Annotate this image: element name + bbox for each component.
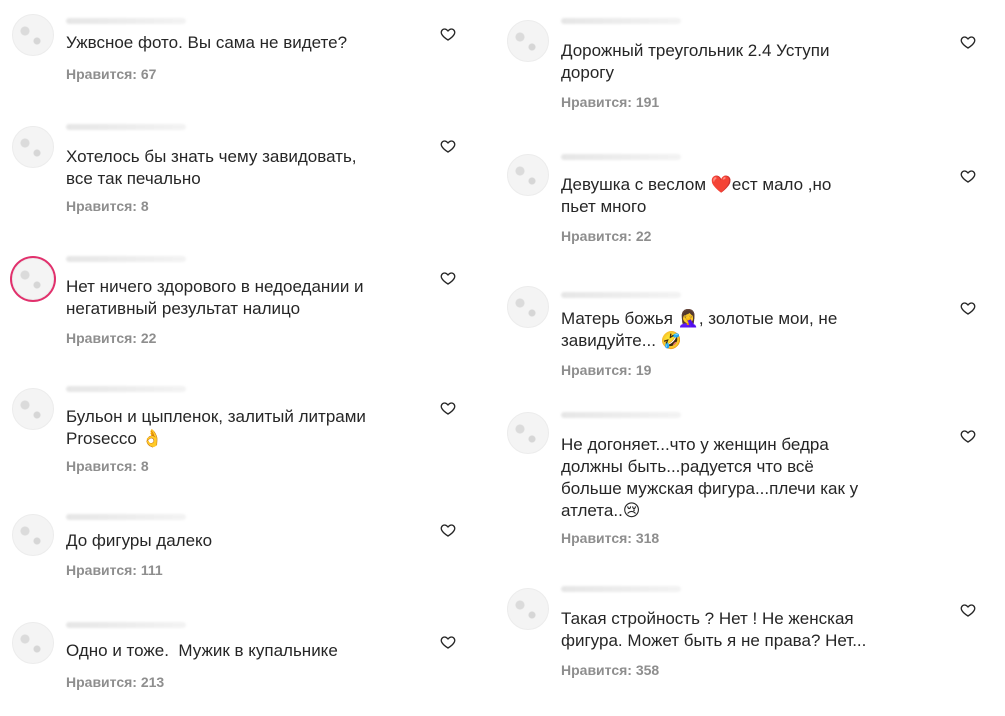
comment-item: Хотелось бы знать чему завидовать, все т…: [0, 120, 480, 220]
heart-outline-icon[interactable]: [440, 270, 456, 286]
username-blurred: [66, 386, 186, 392]
avatar[interactable]: [507, 412, 549, 454]
comments-column-left: Ужвсное фото. Вы сама не видете? Нравитс…: [0, 0, 480, 716]
heart-outline-icon[interactable]: [960, 168, 976, 184]
avatar[interactable]: [12, 258, 54, 300]
comment-text: Одно и тоже. Мужик в купальнике: [66, 641, 338, 660]
avatar[interactable]: [12, 514, 54, 556]
avatar[interactable]: [507, 588, 549, 630]
likes-count[interactable]: Нравится: 8: [66, 198, 149, 214]
comment-text: Дорожный треугольник 2.4 Уступи дорогу: [561, 41, 830, 82]
avatar[interactable]: [507, 286, 549, 328]
comment-item: До фигуры далеко Нравится: 111: [0, 508, 480, 598]
likes-count[interactable]: Нравится: 213: [66, 674, 164, 690]
comment-item: Матерь божья 🤦‍♀️, золотые мои, не завид…: [495, 284, 1000, 384]
username-blurred: [561, 586, 681, 592]
username-blurred: [561, 292, 681, 298]
comment-item: Одно и тоже. Мужик в купальнике Нравится…: [0, 616, 480, 706]
comment-text: Ужвсное фото. Вы сама не видете?: [66, 33, 348, 52]
comment-item: Не догоняет...что у женщин бедра должны …: [495, 408, 1000, 558]
avatar[interactable]: [12, 14, 54, 56]
comment-item: Девушка с веслом ❤️ест мало ,но пьет мно…: [495, 150, 1000, 250]
username-blurred: [66, 18, 186, 24]
username-blurred: [66, 622, 186, 628]
likes-count[interactable]: Нравится: 19: [561, 362, 651, 378]
comment-text: Нет ничего здорового в недоедании и нега…: [66, 277, 364, 318]
likes-count[interactable]: Нравится: 8: [66, 458, 149, 474]
comment-item: Дорожный треугольник 2.4 Уступи дорогу Н…: [495, 16, 1000, 116]
likes-count[interactable]: Нравится: 318: [561, 530, 659, 546]
comment-text: Девушка с веслом ❤️ест мало ,но пьет мно…: [561, 175, 832, 216]
comment-text: Такая стройность ? Нет ! Не женская фигу…: [561, 609, 867, 650]
avatar[interactable]: [12, 388, 54, 430]
likes-count[interactable]: Нравится: 67: [66, 66, 156, 82]
comment-text: Матерь божья 🤦‍♀️, золотые мои, не завид…: [561, 309, 838, 350]
heart-outline-icon[interactable]: [440, 634, 456, 650]
heart-outline-icon[interactable]: [440, 400, 456, 416]
heart-outline-icon[interactable]: [960, 428, 976, 444]
username-blurred: [66, 124, 186, 130]
heart-outline-icon[interactable]: [960, 34, 976, 50]
comment-item: Бульон и цыпленок, залитый литрами Prose…: [0, 382, 480, 482]
comment-text: Бульон и цыпленок, залитый литрами Prose…: [66, 407, 366, 448]
comment-text: До фигуры далеко: [66, 531, 213, 550]
comment-item: Нет ничего здорового в недоедании и нега…: [0, 252, 480, 352]
username-blurred: [561, 18, 681, 24]
username-blurred: [66, 514, 186, 520]
username-blurred: [561, 154, 681, 160]
username-blurred: [66, 256, 186, 262]
likes-count[interactable]: Нравится: 358: [561, 662, 659, 678]
heart-outline-icon[interactable]: [960, 602, 976, 618]
comment-item: Ужвсное фото. Вы сама не видете? Нравитс…: [0, 8, 480, 98]
heart-outline-icon[interactable]: [960, 300, 976, 316]
avatar[interactable]: [12, 622, 54, 664]
heart-outline-icon[interactable]: [440, 26, 456, 42]
heart-outline-icon[interactable]: [440, 522, 456, 538]
likes-count[interactable]: Нравится: 22: [561, 228, 651, 244]
avatar[interactable]: [507, 20, 549, 62]
avatar[interactable]: [507, 154, 549, 196]
avatar[interactable]: [12, 126, 54, 168]
heart-outline-icon[interactable]: [440, 138, 456, 154]
comments-column-right: Дорожный треугольник 2.4 Уступи дорогу Н…: [495, 0, 1000, 716]
username-blurred: [561, 412, 681, 418]
likes-count[interactable]: Нравится: 111: [66, 562, 163, 578]
comment-item: Такая стройность ? Нет ! Не женская фигу…: [495, 584, 1000, 684]
comment-text: Не догоняет...что у женщин бедра должны …: [561, 435, 859, 520]
likes-count[interactable]: Нравится: 191: [561, 94, 659, 110]
comment-text: Хотелось бы знать чему завидовать, все т…: [66, 147, 357, 188]
likes-count[interactable]: Нравится: 22: [66, 330, 156, 346]
